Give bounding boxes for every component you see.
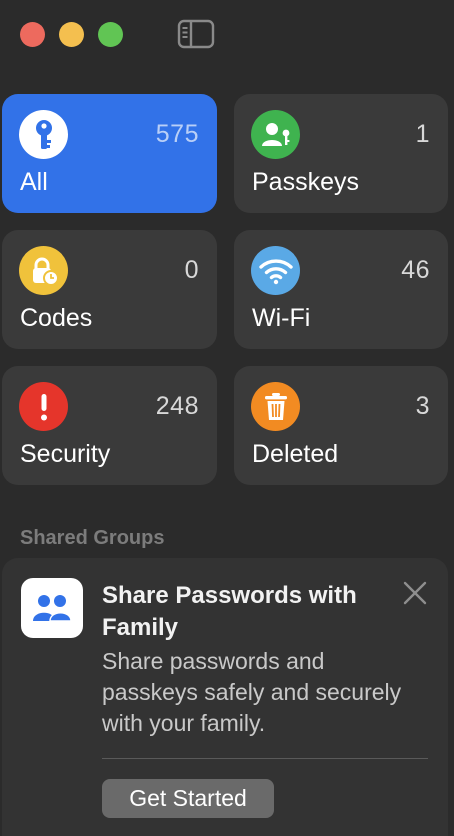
category-label: All xyxy=(20,168,48,196)
category-label: Codes xyxy=(20,304,93,332)
lock-clock-icon xyxy=(19,246,68,295)
category-tile-all[interactable]: 575 All xyxy=(2,94,217,213)
card-divider xyxy=(102,758,428,759)
window-minimize-button[interactable] xyxy=(59,22,84,47)
exclamation-icon xyxy=(19,382,68,431)
category-grid: 575 All 1 Passkeys 0 Codes 46 Wi-Fi 248 … xyxy=(2,94,448,485)
sidebar-toggle-button[interactable] xyxy=(176,18,216,50)
key-icon xyxy=(19,110,68,159)
category-count: 575 xyxy=(155,120,199,148)
close-icon xyxy=(403,581,427,605)
sidebar-icon xyxy=(177,19,215,49)
get-started-button[interactable]: Get Started xyxy=(102,779,274,818)
share-card-description: Share passwords and passkeys safely and … xyxy=(102,648,402,736)
category-count: 3 xyxy=(415,392,430,420)
wifi-icon xyxy=(251,246,300,295)
category-label: Deleted xyxy=(252,440,339,468)
category-count: 1 xyxy=(415,120,430,148)
family-icon xyxy=(21,578,83,638)
category-tile-deleted[interactable]: 3 Deleted xyxy=(234,366,448,485)
share-with-family-card: Share Passwords with Family Share passwo… xyxy=(2,558,448,836)
category-count: 0 xyxy=(184,256,199,284)
category-label: Wi-Fi xyxy=(252,304,311,332)
share-card-title: Share Passwords with Family xyxy=(102,582,357,641)
category-count: 46 xyxy=(401,256,430,284)
category-count: 248 xyxy=(155,392,199,420)
window-close-button[interactable] xyxy=(20,22,45,47)
category-tile-security[interactable]: 248 Security xyxy=(2,366,217,485)
category-tile-passkeys[interactable]: 1 Passkeys xyxy=(234,94,448,213)
category-label: Passkeys xyxy=(252,168,359,196)
category-tile-wifi[interactable]: 46 Wi-Fi xyxy=(234,230,448,349)
shared-groups-heading: Shared Groups xyxy=(20,527,165,549)
traffic-lights xyxy=(20,22,123,47)
passwords-window: 575 All 1 Passkeys 0 Codes 46 Wi-Fi 248 … xyxy=(0,0,454,836)
category-label: Security xyxy=(20,440,111,468)
close-card-button[interactable] xyxy=(402,580,428,606)
category-tile-codes[interactable]: 0 Codes xyxy=(2,230,217,349)
trash-icon xyxy=(251,382,300,431)
person-key-icon xyxy=(251,110,300,159)
window-zoom-button[interactable] xyxy=(98,22,123,47)
